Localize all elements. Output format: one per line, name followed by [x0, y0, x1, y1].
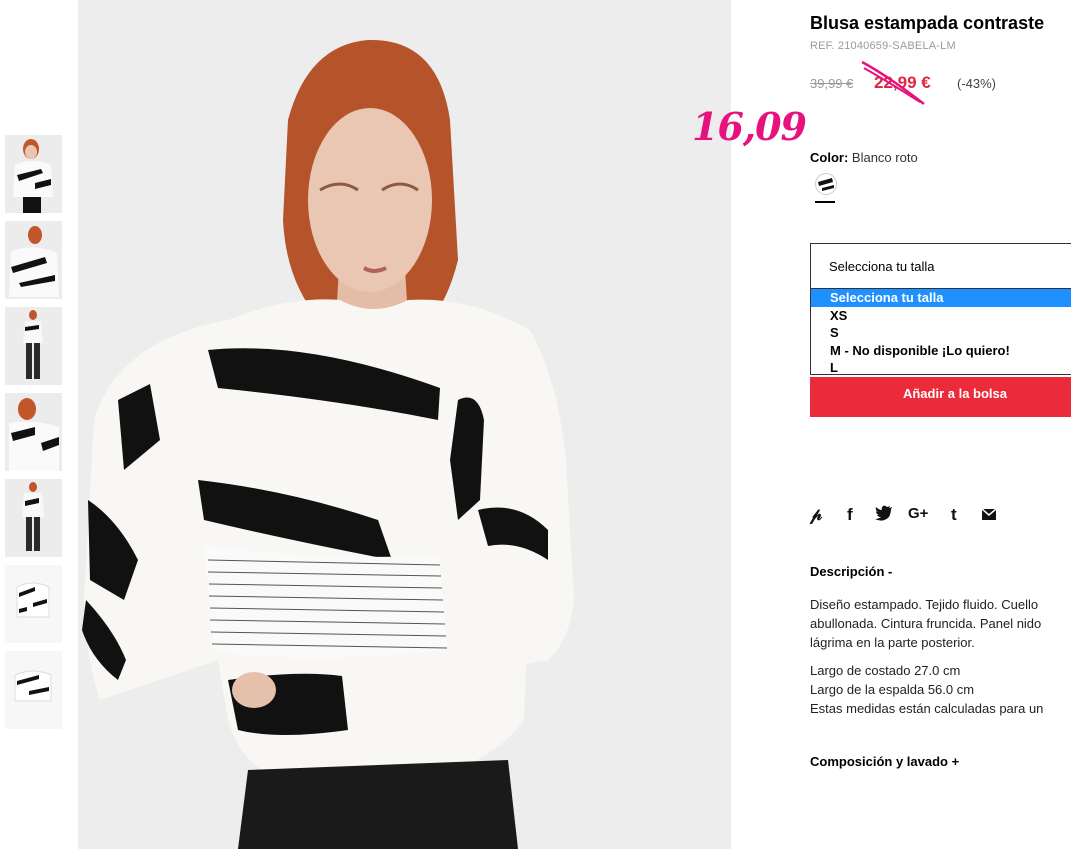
composition-title[interactable]: Composición y lavado + [810, 754, 959, 769]
measure-line: Largo de la espalda 56.0 cm [810, 682, 975, 697]
thumbnail-2[interactable] [5, 221, 62, 299]
size-option-l[interactable]: L [811, 359, 1071, 377]
color-label: Color: [810, 150, 849, 165]
handwritten-new-price: 16,09 [692, 104, 807, 149]
size-option[interactable]: Selecciona tu talla [811, 289, 1071, 307]
pinterest-icon[interactable]: 𝓅 [810, 505, 822, 525]
product-main-image[interactable] [78, 0, 731, 849]
description-line: abullonada. Cintura fruncida. Panel nido [810, 616, 1042, 631]
swatch-selected-indicator [815, 201, 835, 203]
facebook-icon[interactable]: f [847, 505, 853, 525]
product-title: Blusa estampada contraste [810, 13, 1045, 33]
thumbnail-1[interactable] [5, 135, 62, 213]
thumbnail-5[interactable] [5, 479, 62, 557]
measure-line: Largo de costado 27.0 cm [810, 663, 961, 678]
handwritten-strikethrough [861, 60, 925, 105]
color-swatch[interactable] [815, 173, 837, 195]
tumblr-icon[interactable]: t [951, 505, 957, 525]
discount-percent: (-43%) [957, 76, 997, 91]
size-option-xs[interactable]: XS [811, 307, 1071, 325]
size-select-placeholder: Selecciona tu talla [829, 259, 935, 274]
measure-line: Estas medidas están calculadas para un [810, 701, 1044, 716]
description-line: Diseño estampado. Tejido fluido. Cuello [810, 597, 1039, 612]
size-option-s[interactable]: S [811, 324, 1071, 342]
thumbnail-3[interactable] [5, 307, 62, 385]
add-to-bag-button[interactable]: Añadir a la bolsa [810, 377, 1071, 417]
twitter-icon[interactable] [875, 505, 893, 526]
thumbnail-4[interactable] [5, 393, 62, 471]
size-dropdown-list: Selecciona tu talla XS S M - No disponib… [810, 289, 1071, 375]
color-row: Color: Blanco roto [810, 150, 918, 165]
description-line: lágrima en la parte posterior. [810, 635, 975, 650]
product-reference: REF. 21040659-SABELA-LM [810, 40, 956, 52]
size-select[interactable]: Selecciona tu talla [810, 243, 1071, 289]
measurements: Largo de costado 27.0 cm Largo de la esp… [810, 661, 1071, 718]
size-option-m[interactable]: M - No disponible ¡Lo quiero! [811, 342, 1071, 360]
description-text: Diseño estampado. Tejido fluido. Cuello … [810, 595, 1071, 652]
google-plus-icon[interactable]: G+ [908, 505, 928, 522]
color-value: Blanco roto [851, 150, 918, 165]
thumbnail-6[interactable] [5, 565, 62, 643]
description-title[interactable]: Descripción - [810, 564, 892, 579]
original-price: 39,99 € [810, 76, 854, 91]
email-icon[interactable] [981, 507, 997, 523]
thumbnail-7[interactable] [5, 651, 62, 729]
